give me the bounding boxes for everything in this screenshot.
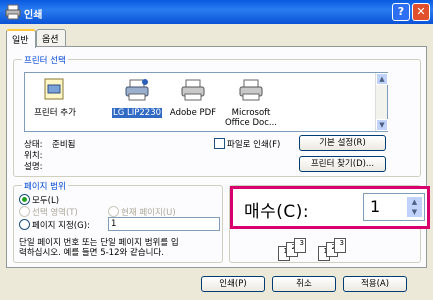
tab-general[interactable]: 일반 [6,29,36,48]
printer-label-line1: Microsoft [231,108,271,118]
spin-up-icon[interactable]: ▲ [407,197,422,207]
print-to-file-label: 파일로 인쇄(F) [227,140,281,150]
printer-item-adobe[interactable]: Adobe PDF [167,77,219,118]
printer-label: LG LIP2230 [111,108,163,118]
printer-item-office[interactable]: Microsoft Office Doc... [223,77,279,128]
scroll-down-icon[interactable]: ▼ [376,119,388,131]
close-button[interactable]: ✕ [412,3,430,21]
selection-label: 선택 영역(T) [32,208,78,218]
printer-label: Adobe PDF [169,108,217,118]
pages-radio[interactable] [19,219,30,230]
pages-label: 페이지 지정(G): [32,221,90,231]
pages-input[interactable]: 1 [108,217,220,231]
printer-item-lg[interactable]: LG LIP2230 [109,77,165,118]
copies-input[interactable]: 1 ▲ ▼ [363,193,425,221]
collate-page: 3 [294,238,306,253]
help-button[interactable]: ? [392,3,410,21]
printer-icon [239,79,263,101]
printer-icon [181,79,205,101]
collate-illustration: 1 2 3 1 2 3 [278,238,418,261]
all-pages-radio[interactable] [19,194,30,205]
window-title: 인쇄 [24,10,43,21]
spin-down-icon[interactable]: ▼ [407,207,422,217]
selection-radio[interactable] [19,206,30,217]
print-to-file-checkbox[interactable] [214,138,225,149]
printer-list-scrollbar[interactable]: ▲ ▼ [375,73,388,131]
tab-panel-general: 프린터 선택 프린터 추가 LG LIP2230 Adobe PDF Micro… [6,46,427,268]
add-printer-icon [44,78,64,100]
printer-title-icon [5,4,21,20]
apply-button[interactable]: 적용(A) [343,276,407,292]
printer-select-label: 프린터 선택 [22,54,68,66]
comment-label: 설명: [24,162,43,172]
printer-label-line2: Office Doc... [224,118,278,128]
printer-select-group: 프린터 선택 프린터 추가 LG LIP2230 Adobe PDF Micro… [13,54,421,177]
printer-item-add[interactable]: 프린터 추가 [29,77,81,118]
collate-page: 3 [334,238,346,253]
page-range-label: 페이지 범위 [22,180,68,192]
all-pages-label: 모두(L) [32,196,60,206]
printer-label: 프린터 추가 [34,108,76,118]
find-printer-button[interactable]: 프린터 찾기(D)... [299,156,386,172]
cancel-button[interactable]: 취소 [272,276,336,292]
scroll-up-icon[interactable]: ▲ [376,73,388,85]
printer-icon [125,79,149,101]
tab-options[interactable]: 옵션 [36,29,66,47]
copies-value: 1 [370,197,381,216]
status-value: 준비됨 [52,140,76,150]
print-dialog: 인쇄 ? ✕ 일반 옵션 프린터 선택 프린터 추가 LG LIP2230 Ad… [0,0,433,300]
copies-label: 매수(C): [244,202,310,222]
print-button[interactable]: 인쇄(P) [201,276,265,292]
title-bar: 인쇄 ? ✕ [0,0,433,24]
current-page-radio[interactable] [108,206,119,217]
copies-spinner[interactable]: ▲ ▼ [407,197,422,217]
page-range-help-2: 력하십시오. 예를 들면 5-12와 같습니다. [19,248,164,258]
printer-list[interactable]: 프린터 추가 LG LIP2230 Adobe PDF Microsoft Of… [24,72,388,132]
copies-highlight: 매수(C): 1 ▲ ▼ [230,186,430,229]
page-range-group: 페이지 범위 모두(L) 선택 영역(T) 현재 페이지(U) 페이지 지정(G… [13,180,223,263]
preferences-button[interactable]: 기본 설정(R) [299,135,386,151]
